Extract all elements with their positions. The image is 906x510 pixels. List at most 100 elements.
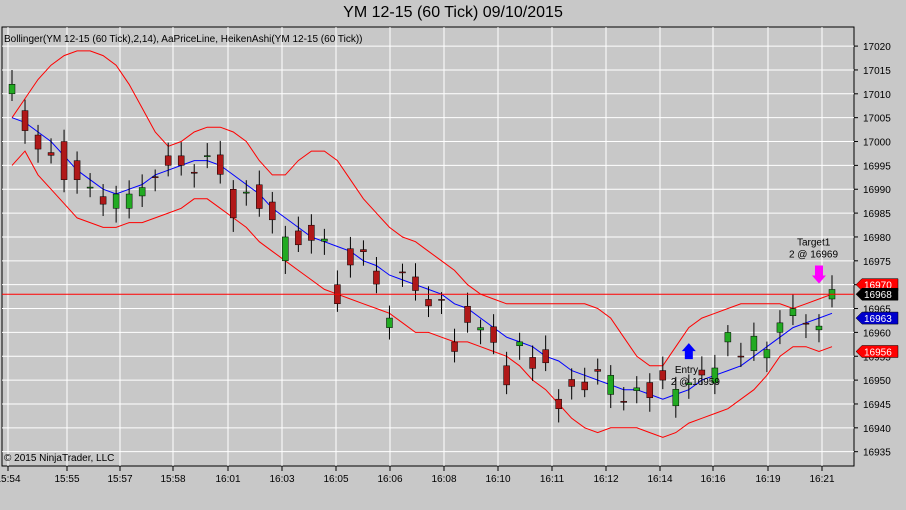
candle-body	[568, 379, 575, 387]
copyright-label: © 2015 NinjaTrader, LLC	[4, 453, 114, 464]
candle-body	[542, 349, 549, 364]
candle-body	[815, 325, 823, 331]
x-tick-label: 15:57	[107, 474, 132, 485]
candle-body	[607, 375, 614, 395]
x-tick-label: 16:11	[540, 474, 565, 485]
x-tick-label: 16:01	[215, 474, 240, 485]
chart-canvas[interactable]: 17020 17015 17010 17005 17000 16995 16990 16985…	[0, 0, 906, 510]
candle-body	[646, 382, 654, 399]
candle-body	[503, 365, 510, 386]
x-tick-label: 16:14	[647, 474, 672, 485]
candle-body	[47, 152, 55, 156]
candle-body	[594, 369, 601, 372]
candle-body	[776, 322, 784, 333]
x-tick-label: 16:12	[593, 474, 618, 485]
candle-body	[451, 341, 458, 352]
y-tick-label: 16945	[863, 400, 891, 411]
x-tick-label: 16:05	[323, 474, 348, 485]
candle-body	[620, 401, 627, 403]
candle-body	[464, 306, 471, 323]
candle-body	[269, 201, 276, 221]
x-tick-label: 15:58	[160, 474, 185, 485]
candle-body	[750, 335, 758, 351]
x-tick-label: 15:54	[0, 474, 21, 485]
candle-body	[438, 299, 445, 301]
candle-body	[321, 238, 328, 242]
candle-body	[86, 186, 94, 189]
candle-body	[217, 154, 224, 175]
plot-area[interactable]	[1, 26, 855, 467]
candle-body	[360, 249, 367, 252]
candle-body	[243, 191, 250, 194]
candle-body	[99, 196, 107, 205]
candle-body	[138, 187, 146, 197]
target-label: Target1	[797, 237, 831, 248]
candle-body	[73, 160, 81, 180]
candle-body	[373, 270, 380, 285]
y-tick-label: 16980	[863, 233, 891, 244]
price-tag-label: 16968	[864, 290, 892, 301]
x-tick-label: 16:10	[485, 474, 510, 485]
price-tag: 16956	[855, 345, 899, 358]
x-tick-label: 16:08	[431, 474, 456, 485]
y-tick-label: 16940	[863, 424, 891, 435]
candle-body	[112, 193, 120, 209]
candle-body	[737, 355, 745, 358]
candle-body	[190, 171, 198, 174]
y-tick-label: 16935	[863, 448, 891, 459]
price-tag-label: 16963	[864, 314, 892, 325]
candle-body	[659, 370, 667, 381]
y-tick-label: 17000	[863, 138, 891, 149]
candle-body	[164, 155, 172, 166]
candle-body	[802, 322, 810, 325]
candle-body	[672, 389, 680, 407]
x-tick-label: 16:21	[809, 474, 834, 485]
y-tick-label: 17010	[863, 90, 891, 101]
y-tick-label: 17020	[863, 42, 891, 53]
candle-body	[282, 236, 289, 262]
candle-body	[203, 155, 211, 157]
candle-body	[308, 224, 315, 241]
candle-body	[347, 248, 354, 266]
x-tick-label: 16:19	[755, 474, 780, 485]
candle-body	[34, 134, 42, 150]
price-tag-label: 16956	[864, 347, 892, 358]
candle-body	[490, 326, 497, 343]
candle-body	[555, 398, 562, 409]
y-tick-label: 16950	[863, 376, 891, 387]
y-axis: 17020 17015 17010 17005 17000 16995 16990 16985…	[854, 42, 891, 459]
price-tag: 16963	[855, 311, 899, 325]
candle-body	[763, 349, 771, 359]
candle-body	[256, 184, 263, 209]
x-tick-label: 16:03	[269, 474, 294, 485]
candle-body	[21, 110, 29, 131]
indicator-label: Bollinger(YM 12-15 (60 Tick),2,14), AaPr…	[4, 34, 362, 45]
candle-body	[633, 387, 641, 391]
price-tag: 16968	[855, 287, 899, 301]
x-tick-label: 16:06	[377, 474, 402, 485]
candle-body	[230, 188, 237, 219]
candle-body	[724, 332, 732, 343]
candle-body	[125, 193, 133, 209]
candle-body	[425, 299, 432, 307]
candle-body	[698, 369, 706, 376]
candle-body	[177, 155, 185, 166]
candle-body	[516, 341, 523, 347]
y-tick-label: 17005	[863, 114, 891, 125]
entry-price-label: 2 @ 16959	[671, 377, 721, 388]
target-price-label: 2 @ 16969	[789, 249, 839, 260]
candle-body	[8, 84, 16, 95]
y-tick-label: 16960	[863, 328, 891, 339]
entry-label: Entry	[675, 365, 698, 376]
candle-body	[581, 381, 588, 391]
y-tick-label: 16975	[863, 257, 891, 268]
candle-body	[789, 308, 797, 317]
price-tags: 16970169681696316956	[855, 278, 899, 358]
candle-body	[412, 276, 419, 291]
candle-body	[151, 176, 159, 178]
candle-body	[386, 317, 393, 328]
candle-body	[399, 271, 406, 274]
x-tick-label: 16:16	[700, 474, 725, 485]
candle-body	[529, 357, 536, 369]
candle-body	[477, 327, 484, 331]
